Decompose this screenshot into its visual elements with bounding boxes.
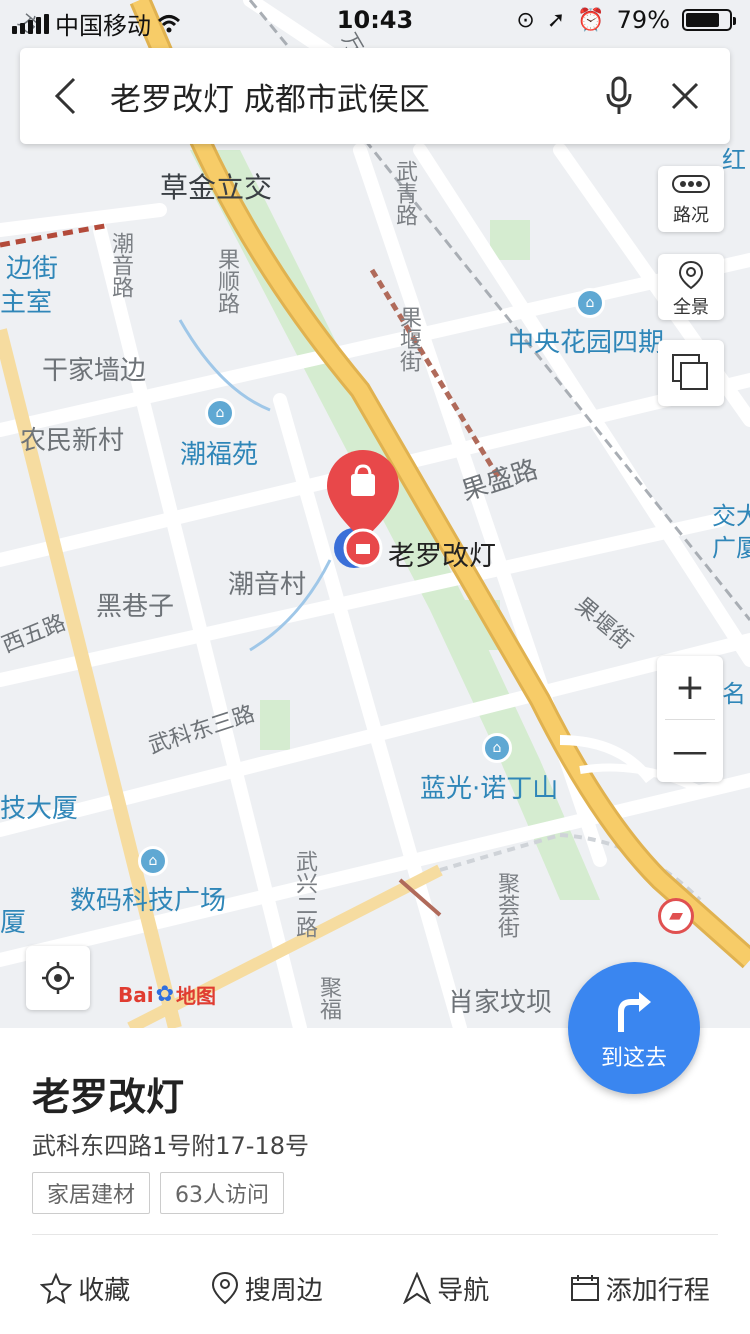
visits-tag: 63人访问: [160, 1172, 285, 1214]
location-arrow-icon: ➚: [546, 7, 566, 33]
pin-icon: [211, 1271, 238, 1305]
building-icon: ⌂: [205, 398, 235, 428]
place-title: 老罗改灯: [32, 1075, 185, 1119]
traffic-icon: [672, 175, 710, 193]
map-canvas[interactable]: 草金立交 边街 主室 潮音路 果顺路 武青路 果堰街 ⌂ 中央花园四期 干家墙边…: [0, 0, 750, 1028]
calendar-icon: [570, 1275, 599, 1301]
map-label-central-garden: 中央花园四期: [508, 328, 665, 358]
close-icon: [671, 82, 699, 110]
map-label-jiaoda: 交大: [712, 502, 750, 530]
locate-button[interactable]: [26, 946, 90, 1010]
navigate-button[interactable]: 导航: [403, 1270, 489, 1307]
zoom-control: + —: [657, 656, 723, 782]
camera-icon: ▰: [658, 898, 694, 934]
map-label-hong: 红: [722, 146, 746, 174]
panorama-label: 全景: [673, 297, 709, 318]
building-icon: ⌂: [482, 733, 512, 763]
map-label-chaoyin-rd: 潮音路: [108, 232, 133, 298]
map-label-wuqing-rd: 武青路: [392, 160, 417, 226]
map-label-chaoyin-village: 潮音村: [228, 570, 307, 600]
map-label-xiaojia: 肖家坟坝: [448, 988, 553, 1018]
map-label-bianjie: 边街: [6, 254, 59, 284]
map-label-zhushi: 主室: [0, 288, 53, 318]
go-here-label: 到这去: [600, 1046, 667, 1071]
map-label-ming: 名: [722, 680, 746, 708]
alarm-icon: ⏰: [577, 7, 605, 33]
search-query[interactable]: 老罗改灯 成都市武侯区: [110, 74, 586, 119]
clear-button[interactable]: [652, 48, 718, 144]
chevron-left-icon: [54, 77, 76, 115]
map-label-chaofu: 潮福苑: [180, 440, 259, 470]
map-label-guoyan-jie: 果堰街: [396, 306, 421, 372]
status-bar: 中国移动 10:43 ⊙ ➚ ⏰ 79%: [0, 0, 750, 40]
map-label-jucai-jie: 聚荟街: [494, 872, 519, 938]
map-label-qianjia: 干家墙边: [42, 356, 147, 386]
map-label-jufu: 聚福: [316, 976, 341, 1020]
layers-button[interactable]: [658, 340, 724, 406]
building-icon: ⌂: [575, 288, 605, 318]
zoom-in-button[interactable]: +: [657, 656, 723, 719]
panorama-button[interactable]: 全景: [658, 254, 724, 320]
baidu-logo: Bai ✿ 地图: [118, 980, 216, 1009]
search-bar: 老罗改灯 成都市武侯区: [20, 48, 730, 144]
battery-icon: [682, 9, 736, 31]
place-address: 武科东四路1号附17-18号: [32, 1132, 310, 1160]
go-here-button[interactable]: 到这去: [568, 962, 700, 1094]
favorite-button[interactable]: 收藏: [40, 1270, 130, 1307]
map-label-sha: 厦: [0, 908, 27, 938]
traffic-button[interactable]: 路况: [658, 166, 724, 232]
logo-text-2: 地图: [176, 984, 217, 1008]
map-label-guang: 广厦: [712, 534, 750, 562]
map-label-heixiangzi: 黑巷子: [96, 592, 175, 622]
add-itinerary-label: 添加行程: [605, 1275, 710, 1306]
search-nearby-label: 搜周边: [244, 1275, 323, 1306]
traffic-label: 路况: [673, 205, 709, 226]
navigation-icon: [403, 1272, 432, 1304]
marker-label: 老罗改灯: [388, 541, 496, 572]
logo-text: Bai: [118, 982, 154, 1007]
search-nearby-button[interactable]: 搜周边: [211, 1270, 323, 1307]
crosshair-icon: [42, 962, 74, 994]
category-tag: 家居建材: [32, 1172, 151, 1214]
navigate-label: 导航: [437, 1275, 490, 1306]
map-label-languang: 蓝光·诺丁山: [420, 774, 559, 804]
rotation-lock-icon: ⊙: [516, 7, 535, 33]
turn-arrow-icon: [618, 992, 651, 1032]
add-itinerary-button[interactable]: 添加行程: [570, 1270, 710, 1307]
map-label-digital-plaza: 数码科技广场: [70, 886, 227, 916]
map-label-nongmin: 农民新村: [20, 426, 125, 456]
action-bar: 收藏 搜周边 导航 添加行程: [0, 1248, 750, 1328]
battery-percent: 79%: [616, 6, 670, 34]
zoom-out-button[interactable]: —: [657, 720, 723, 783]
paw-icon: ✿: [155, 982, 175, 1007]
map-label-tech-building: 技大厦: [0, 794, 79, 824]
layers-icon: [672, 354, 708, 390]
microphone-icon: [606, 76, 632, 114]
building-icon: ⌂: [138, 846, 168, 876]
divider: [32, 1234, 718, 1235]
favorite-label: 收藏: [78, 1275, 131, 1306]
panorama-pin-icon: [678, 260, 704, 290]
map-label-wuxing-2rd: 武兴二路: [292, 850, 317, 938]
voice-button[interactable]: [586, 48, 652, 144]
star-icon: [40, 1272, 73, 1304]
map-label-guoshun-rd: 果顺路: [214, 248, 239, 314]
map-label-caojin: 草金立交: [160, 171, 273, 204]
back-button[interactable]: [20, 48, 110, 144]
place-tags: 家居建材 63人访问: [32, 1172, 285, 1214]
